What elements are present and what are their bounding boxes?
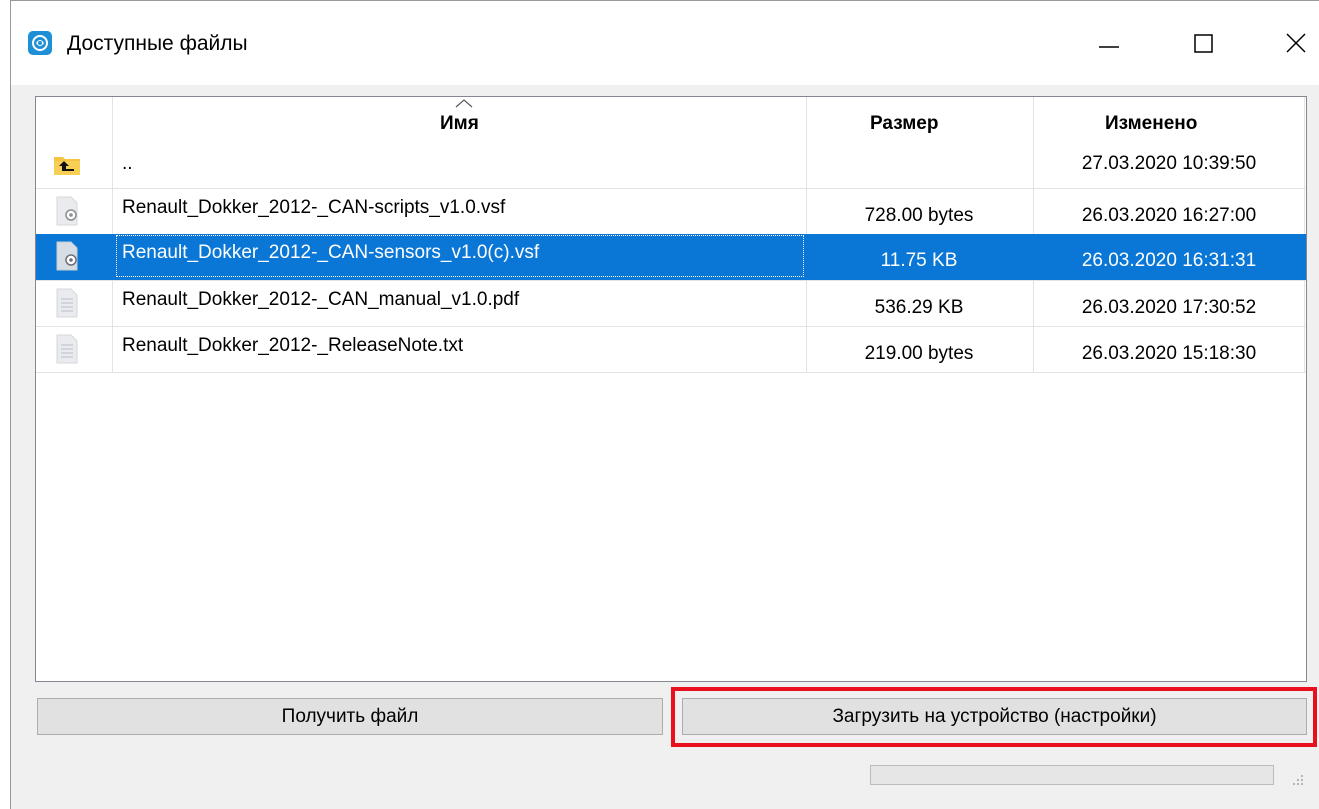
column-header-name[interactable]: Имя bbox=[440, 113, 479, 135]
document-icon bbox=[56, 288, 78, 318]
get-file-button[interactable]: Получить файл bbox=[37, 698, 663, 735]
sort-ascending-icon bbox=[455, 99, 473, 108]
file-modified: 26.03.2020 15:18:30 bbox=[1081, 343, 1257, 364]
file-size: 219.00 bytes bbox=[864, 343, 974, 364]
file-name: Renault_Dokker_2012-_ReleaseNote.txt bbox=[122, 335, 464, 356]
document-icon bbox=[56, 334, 78, 364]
row-icon-cell bbox=[36, 143, 112, 189]
minimize-button[interactable] bbox=[1079, 15, 1139, 71]
file-name: Renault_Dokker_2012-_CAN-sensors_v1.0(c)… bbox=[122, 242, 540, 263]
close-button[interactable] bbox=[1266, 15, 1319, 71]
row-icon-cell bbox=[36, 234, 112, 280]
title-bar[interactable]: Доступные файлы bbox=[11, 1, 1319, 85]
file-name: .. bbox=[122, 153, 133, 174]
resize-grip-icon[interactable] bbox=[1291, 773, 1305, 787]
row-icon-cell bbox=[36, 281, 112, 326]
list-item-file[interactable]: Renault_Dokker_2012-_ReleaseNote.txt 219… bbox=[36, 326, 1306, 372]
parent-folder-icon bbox=[54, 157, 80, 175]
list-item-file[interactable]: Renault_Dokker_2012-_CAN-scripts_v1.0.vs… bbox=[36, 188, 1306, 234]
settings-file-icon bbox=[56, 241, 78, 271]
maximize-button[interactable] bbox=[1174, 15, 1234, 71]
list-item-file-selected[interactable]: Renault_Dokker_2012-_CAN-sensors_v1.0(c)… bbox=[36, 234, 1306, 280]
close-icon bbox=[1286, 33, 1306, 53]
file-size: 536.29 KB bbox=[874, 297, 964, 318]
file-list[interactable]: Имя Размер Изменено .. 27.03.2020 10:39:… bbox=[35, 96, 1307, 682]
file-size: 11.75 KB bbox=[880, 250, 958, 271]
list-item-parent-folder[interactable]: .. 27.03.2020 10:39:50 bbox=[36, 143, 1306, 189]
minimize-icon bbox=[1099, 46, 1119, 48]
upload-to-device-button[interactable]: Загрузить на устройство (настройки) bbox=[682, 698, 1307, 735]
file-name: Renault_Dokker_2012-_CAN_manual_v1.0.pdf bbox=[122, 289, 520, 310]
row-icon-cell bbox=[36, 327, 112, 372]
column-header-modified[interactable]: Изменено bbox=[1105, 113, 1197, 135]
file-list-header: Имя Размер Изменено bbox=[36, 97, 1306, 373]
column-header-size[interactable]: Размер bbox=[870, 113, 938, 135]
progress-bar bbox=[870, 765, 1274, 785]
file-size: 728.00 bytes bbox=[864, 205, 974, 226]
maximize-icon bbox=[1194, 34, 1213, 53]
file-modified: 26.03.2020 17:30:52 bbox=[1081, 297, 1257, 318]
file-name: Renault_Dokker_2012-_CAN-scripts_v1.0.vs… bbox=[122, 197, 506, 218]
settings-file-icon bbox=[56, 196, 78, 226]
row-divider bbox=[36, 372, 1306, 373]
file-modified: 26.03.2020 16:27:00 bbox=[1081, 205, 1257, 226]
file-modified: 26.03.2020 16:31:31 bbox=[1081, 250, 1257, 271]
list-item-file[interactable]: Renault_Dokker_2012-_CAN_manual_v1.0.pdf… bbox=[36, 280, 1306, 326]
row-icon-cell bbox=[36, 189, 112, 234]
dialog-window: Доступные файлы Имя Размер Изменено .. 2… bbox=[10, 0, 1319, 809]
app-logo-icon bbox=[28, 31, 52, 55]
file-modified: 27.03.2020 10:39:50 bbox=[1081, 153, 1257, 174]
window-title: Доступные файлы bbox=[67, 32, 248, 55]
